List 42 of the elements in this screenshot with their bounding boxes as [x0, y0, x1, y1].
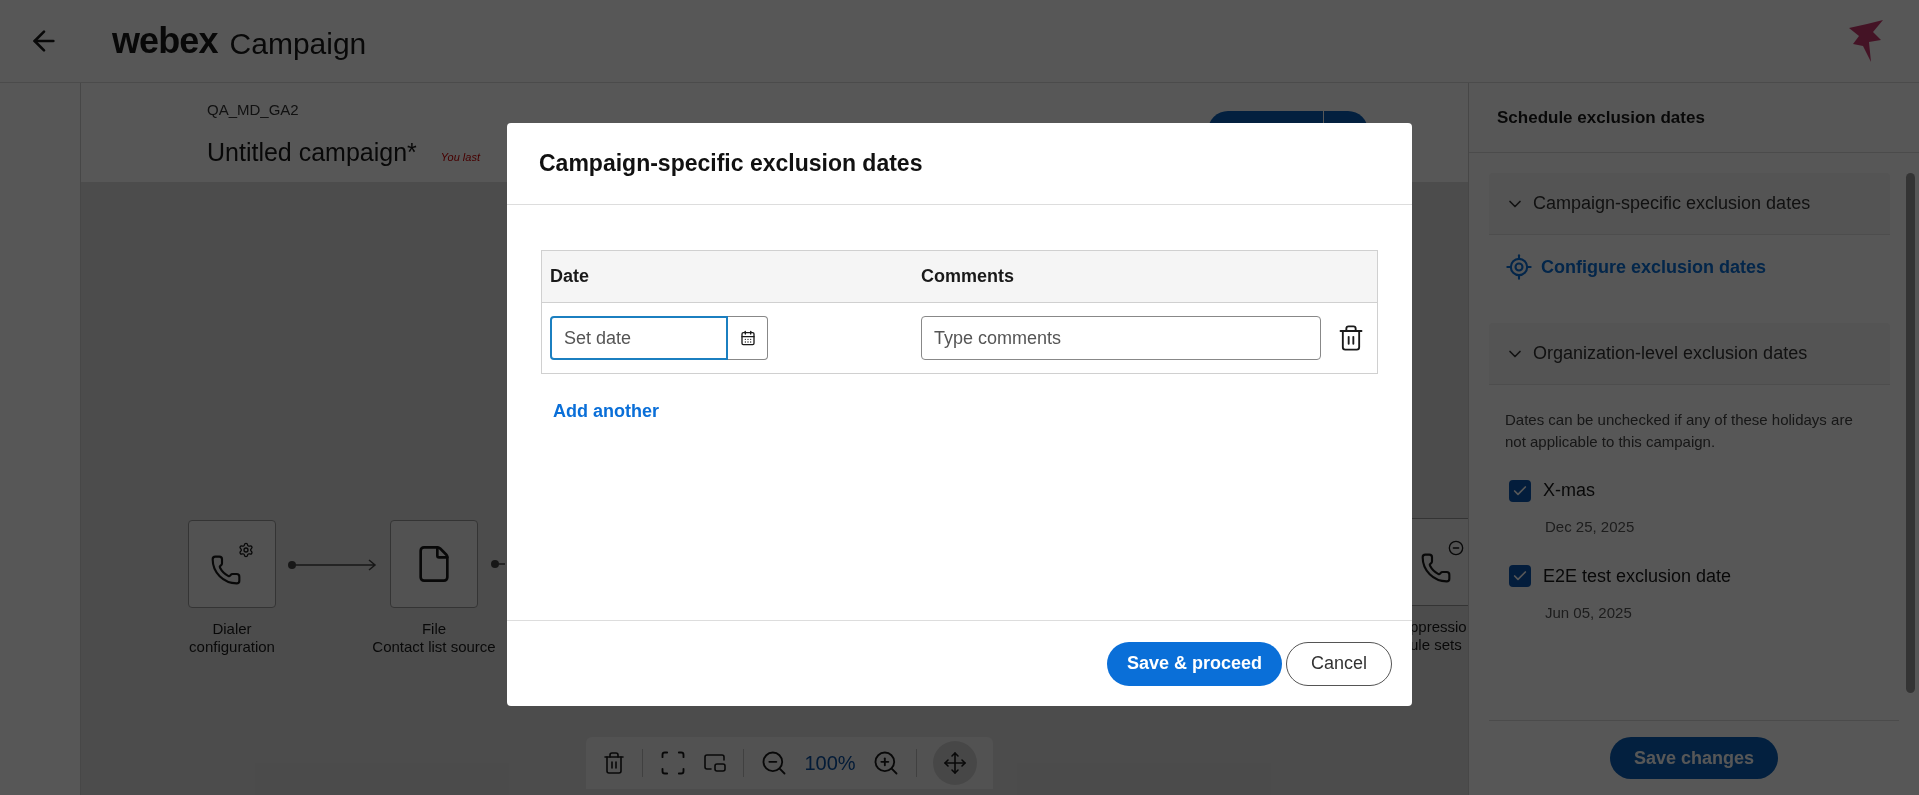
campaign-name: Untitled campaign* — [207, 136, 417, 168]
save-changes-button[interactable]: Save changes — [1609, 737, 1779, 779]
holiday-date: Jun 05, 2025 — [1545, 602, 1633, 623]
trash-icon — [1337, 324, 1365, 352]
save-note: You last — [440, 149, 480, 165]
delete-button[interactable] — [602, 751, 627, 775]
scrollbar[interactable] — [1906, 173, 1915, 693]
configure-link[interactable]: Configure exclusion dates — [1489, 235, 1890, 299]
zoom-level: 100% — [804, 751, 856, 776]
flow-node[interactable] — [1410, 518, 1468, 606]
column-header: Date — [550, 265, 590, 288]
calendar-button[interactable] — [728, 316, 768, 360]
holiday-name: E2E test exclusion date — [1543, 564, 1732, 588]
node-label: File — [420, 620, 448, 638]
brand-logo: webex — [112, 19, 218, 63]
flow-node[interactable] — [390, 520, 478, 608]
pan-button[interactable] — [932, 741, 977, 785]
app-title: Campaign — [229, 25, 367, 62]
add-another-link[interactable]: Add another — [553, 398, 659, 425]
flow-node[interactable] — [188, 520, 276, 608]
org-name: QA_MD_GA2 — [207, 100, 300, 120]
checkbox[interactable] — [1509, 565, 1531, 587]
column-header: Comments — [921, 265, 1014, 288]
target-icon — [1505, 253, 1533, 281]
save-proceed-button[interactable]: Save & proceed — [1106, 641, 1282, 686]
dialog-title: Campaign-specific exclusion dates — [539, 149, 923, 179]
checkbox[interactable] — [1509, 479, 1531, 502]
panel-title: Schedule exclusion dates — [1497, 106, 1705, 129]
delete-row-button[interactable] — [1337, 324, 1365, 352]
node-label: Contact list source — [372, 638, 496, 656]
panel-note: Dates can be unchecked if any of these holidays are not applicable to this campaign. — [1504, 410, 1854, 452]
calendar-icon — [739, 330, 756, 346]
holiday-name: X-mas — [1543, 479, 1595, 502]
comments-field[interactable]: Type comments — [921, 316, 1321, 360]
phone-minus-icon — [1420, 540, 1464, 584]
holiday-date: Dec 25, 2025 — [1545, 517, 1636, 537]
date-field[interactable]: Set date — [550, 316, 728, 360]
phone-gear-icon — [210, 542, 254, 586]
node-label: Dialer configuration — [188, 620, 276, 656]
move-icon — [942, 751, 967, 775]
trash-icon — [602, 751, 627, 775]
connector-line — [491, 559, 505, 569]
